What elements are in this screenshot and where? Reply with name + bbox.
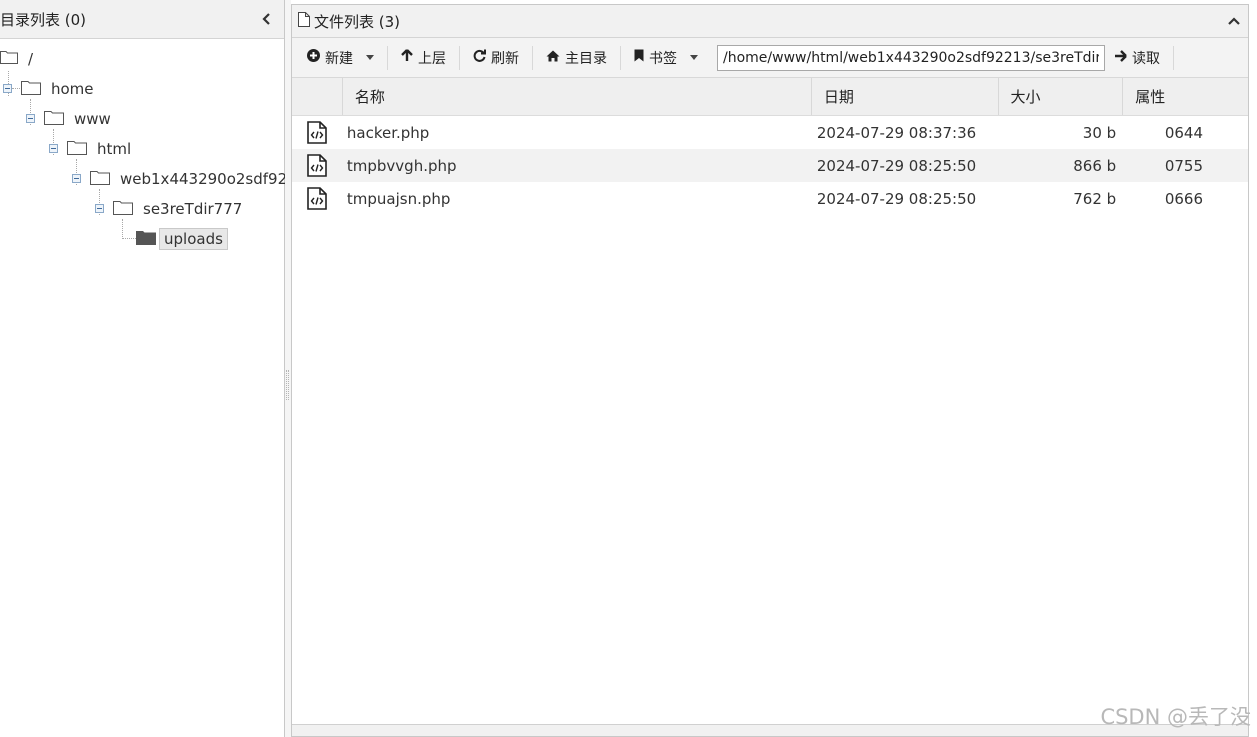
file-size: 762 b [1073,189,1117,208]
watermark: CSDN @丢了没 [1100,705,1251,729]
file-date: 2024-07-29 08:37:36 [816,123,977,142]
arrow-up-icon [401,49,413,66]
tree-toggle-web[interactable] [72,174,81,183]
refresh-button-label: 刷新 [491,50,519,67]
tree-toggle-se3retdir[interactable] [95,204,104,213]
file-date: 2024-07-29 08:25:50 [816,189,977,208]
table-row[interactable]: hacker.php 2024-07-29 08:37:36 30 b 0644 [292,116,1248,149]
file-panel-title-wrap: 文件列表 (3) [298,11,400,32]
tree-node-label: se3reTdir777 [143,200,243,218]
file-size: 30 b [1082,123,1117,142]
new-button[interactable]: 新建 [298,45,383,71]
read-button[interactable]: 读取 [1105,45,1169,71]
tree-node-www[interactable]: www [44,107,115,131]
file-icon [298,11,310,31]
read-button-label: 读取 [1132,50,1160,67]
tree-node-home[interactable]: home [21,77,98,101]
tree-node-label: uploads [159,228,228,250]
toolbar-divider [387,45,388,70]
directory-panel: 目录列表 (0) / home www html web1x443290o2sd… [0,0,297,737]
plus-circle-icon [307,49,320,66]
home-icon [546,50,560,66]
folder-icon [113,200,133,219]
directory-panel-title: 目录列表 (0) [0,10,87,29]
tree-node-root[interactable]: / [0,47,37,71]
column-header-date[interactable]: 日期 [812,78,999,115]
path-input[interactable] [717,44,1105,71]
tree-node-se3retdir[interactable]: se3reTdir777 [113,197,246,221]
toolbar-divider [532,45,533,70]
folder-icon [90,170,110,189]
file-name: tmpuajsn.php [346,189,451,208]
bookmark-icon [634,49,644,66]
tree-node-label: home [51,80,94,98]
file-date: 2024-07-29 08:25:50 [816,156,977,175]
refresh-button[interactable]: 刷新 [464,45,528,71]
tree-node-label: html [97,140,132,158]
arrow-right-icon [1114,49,1127,66]
tree-toggle-home[interactable] [3,84,12,93]
php-file-icon [292,187,343,210]
php-file-icon [292,121,343,144]
file-toolbar: 新建 上层 刷新 主目录 书签 /home/www/html/web1x4432… [292,38,1248,78]
collapse-left-icon[interactable] [260,12,274,26]
new-button-label: 新建 [325,50,353,67]
folder-icon [67,140,87,159]
bookmark-button[interactable]: 书签 [625,45,707,71]
table-row[interactable]: tmpbvvgh.php 2024-07-29 08:25:50 866 b 0… [292,149,1248,182]
chevron-down-icon [366,55,374,60]
file-attr: 0666 [1164,189,1204,208]
file-grid-header: 名称 日期 大小 属性 [292,78,1248,116]
tree-node-label: web1x443290o2sdf922 [120,170,297,188]
tree-node-html[interactable]: html [67,137,135,161]
tree-node-label: www [74,110,111,128]
chevron-down-icon [690,55,698,60]
file-name: tmpbvvgh.php [346,156,457,175]
file-name: hacker.php [346,123,430,142]
folder-icon [21,80,41,99]
collapse-up-icon[interactable] [1228,12,1240,30]
file-panel: 文件列表 (3) 新建 上层 刷新 主目录 书签 /home/www/html/… [291,4,1249,737]
tree-toggle-html[interactable] [49,144,58,153]
folder-filled-icon [136,230,156,249]
toolbar-divider [459,45,460,70]
column-header-icon [292,78,343,115]
file-attr: 0755 [1164,156,1204,175]
column-header-name[interactable]: 名称 [343,78,812,115]
file-attr: 0644 [1164,123,1204,142]
tree-toggle-www[interactable] [26,114,35,123]
tree-node-label: / [28,50,34,68]
column-header-size[interactable]: 大小 [999,78,1124,115]
home-button-label: 主目录 [565,50,607,67]
file-panel-header: 文件列表 (3) [292,5,1248,38]
splitter-grip[interactable] [286,370,289,400]
refresh-icon [473,49,486,66]
tree-node-uploads[interactable]: uploads [136,227,228,251]
column-header-attr[interactable]: 属性 [1123,78,1248,115]
php-file-icon [292,154,343,177]
toolbar-divider [1173,45,1174,70]
folder-icon [44,110,64,129]
up-button[interactable]: 上层 [392,45,455,71]
file-size: 866 b [1073,156,1117,175]
file-grid-body: hacker.php 2024-07-29 08:37:36 30 b 0644… [292,116,1248,215]
bookmark-button-label: 书签 [649,50,677,67]
home-button[interactable]: 主目录 [537,45,616,71]
tree-node-web[interactable]: web1x443290o2sdf922 [90,167,301,191]
folder-icon [0,50,18,68]
toolbar-divider [620,45,621,70]
file-panel-title: 文件列表 (3) [314,12,401,31]
directory-panel-header: 目录列表 (0) [0,0,284,39]
up-button-label: 上层 [418,50,446,67]
table-row[interactable]: tmpuajsn.php 2024-07-29 08:25:50 762 b 0… [292,182,1248,215]
